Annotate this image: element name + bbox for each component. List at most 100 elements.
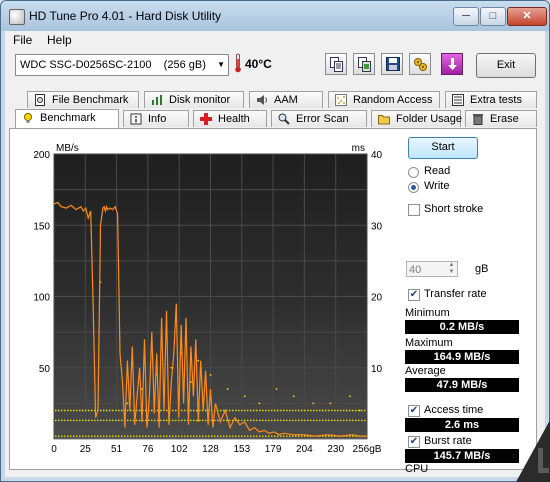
tab-label: File Benchmark (52, 94, 129, 106)
menu-help[interactable]: Help (47, 33, 72, 47)
tab-folder-usage[interactable]: Folder Usage (371, 110, 463, 127)
lightbulb-icon (23, 112, 33, 123)
file-benchmark-icon (35, 94, 45, 106)
drive-name: WDC SSC-D0256SC-2100 (20, 59, 152, 71)
tab-info[interactable]: Info (123, 110, 189, 127)
y-right-tick-label: 30 (371, 221, 383, 232)
x-tick-label: 128 (202, 444, 219, 455)
burst-rate-value: 145.7 MB/s (405, 449, 519, 463)
tab-label: Folder Usage (396, 113, 463, 125)
short-stroke-spinner[interactable]: ▲ ▼ (446, 262, 457, 276)
tab-extra-tests[interactable]: Extra tests (445, 91, 537, 108)
minimum-label: Minimum (405, 307, 450, 319)
access-time-point (312, 402, 315, 405)
thermometer-icon (235, 53, 241, 73)
access-time-point (258, 402, 261, 405)
transfer-rate-checkbox[interactable]: ✔ (408, 289, 420, 301)
save-button[interactable] (381, 53, 403, 75)
short-stroke-checkbox[interactable] (408, 204, 420, 216)
title-bar[interactable]: HD Tune Pro 4.01 - Hard Disk Utility ─ □… (1, 1, 549, 31)
y-left-unit-label: MB/s (56, 143, 79, 154)
x-tick-label: 0 (51, 444, 57, 455)
x-tick-label: 204 (296, 444, 313, 455)
copy-screenshot-button[interactable] (353, 53, 375, 75)
copy-info-button[interactable] (325, 53, 347, 75)
tab-random-access[interactable]: Random Access (328, 91, 440, 108)
tab-label: Benchmark (40, 112, 96, 124)
minimize-button[interactable]: ─ (453, 7, 479, 26)
tab-aam[interactable]: AAM (249, 91, 323, 108)
application-window: HD Tune Pro 4.01 - Hard Disk Utility ─ □… (0, 0, 550, 482)
x-tick-label: 102 (171, 444, 188, 455)
download-button[interactable] (441, 53, 463, 75)
access-time-point (126, 402, 129, 405)
options-icon (414, 58, 427, 71)
benchmark-chart: 0 25 51 76 102 128 153 179 204 230 256gB 50 100 150 20… (33, 143, 383, 455)
watermark-logo (516, 420, 550, 482)
write-radio[interactable] (408, 182, 419, 193)
chevron-down-icon: ▼ (217, 60, 225, 69)
access-time-point (292, 395, 295, 398)
tab-disk-monitor[interactable]: Disk monitor (144, 91, 244, 108)
drive-select[interactable]: WDC SSC-D0256SC-2100 (256 gB) ▼ (15, 54, 229, 76)
burst-rate-checkbox[interactable]: ✔ (408, 436, 420, 448)
access-time-point (243, 395, 246, 398)
access-time-label: Access time (424, 404, 484, 416)
copy-screenshot-icon (358, 57, 371, 72)
app-icon (9, 9, 25, 25)
minimum-value: 0.2 MB/s (405, 320, 519, 334)
x-tick-label: 25 (80, 444, 92, 455)
exit-button[interactable]: Exit (476, 53, 536, 78)
tab-label: Health (218, 113, 250, 125)
transfer-rate-label: Transfer rate (424, 288, 487, 300)
save-icon (386, 57, 400, 71)
benchmark-panel: 0 25 51 76 102 128 153 179 204 230 256gB 50 100 150 20… (9, 128, 537, 475)
tab-erase[interactable]: Erase (465, 110, 537, 127)
x-tick-label: 153 (233, 444, 250, 455)
menu-bar: File Help (5, 31, 545, 48)
tab-benchmark[interactable]: Benchmark (15, 109, 119, 128)
client-area: File Help WDC SSC-D0256SC-2100 (256 gB) … (5, 31, 545, 477)
random-access-icon (335, 94, 347, 106)
y-right-unit-label: ms (352, 143, 365, 154)
menu-file[interactable]: File (13, 33, 32, 47)
window-title: HD Tune Pro 4.01 - Hard Disk Utility (29, 9, 222, 23)
tab-health[interactable]: Health (193, 110, 267, 127)
start-button[interactable]: Start (408, 137, 478, 159)
tab-label: Disk monitor (169, 94, 231, 106)
access-time-point (329, 402, 332, 405)
access-time-point (226, 388, 229, 391)
average-label: Average (405, 365, 446, 377)
tab-error-scan[interactable]: Error Scan (271, 110, 367, 127)
short-stroke-unit: gB (475, 263, 489, 275)
maximize-button[interactable]: □ (480, 7, 506, 26)
short-stroke-label: Short stroke (424, 203, 484, 215)
access-time-point (197, 359, 200, 362)
extra-tests-icon (452, 94, 464, 106)
x-tick-label: 256gB (353, 444, 382, 455)
read-label: Read (424, 165, 451, 177)
trash-icon (473, 114, 483, 125)
read-radio[interactable] (408, 167, 419, 178)
access-time-value: 2.6 ms (405, 418, 519, 432)
y-right-tick-label: 40 (371, 150, 383, 161)
access-time-point (209, 373, 212, 376)
disk-monitor-icon (152, 95, 162, 105)
tab-label: Erase (490, 113, 519, 125)
write-label: Write (424, 180, 450, 192)
access-time-checkbox[interactable]: ✔ (408, 405, 420, 417)
close-button[interactable]: ✕ (507, 7, 547, 26)
health-cross-icon (200, 113, 212, 125)
average-value: 47.9 MB/s (405, 378, 519, 392)
y-left-tick-label: 50 (39, 364, 51, 375)
down-arrow-icon (448, 58, 457, 70)
x-tick-label: 51 (111, 444, 123, 455)
maximum-value: 164.9 MB/s (405, 350, 519, 364)
x-tick-label: 76 (142, 444, 154, 455)
options-button[interactable] (409, 53, 431, 75)
tab-label: Info (148, 113, 167, 125)
temperature-readout: 40°C (245, 57, 272, 71)
tab-file-benchmark[interactable]: File Benchmark (27, 91, 139, 108)
drive-size: (256 gB) (163, 59, 206, 71)
access-time-point (275, 388, 278, 391)
